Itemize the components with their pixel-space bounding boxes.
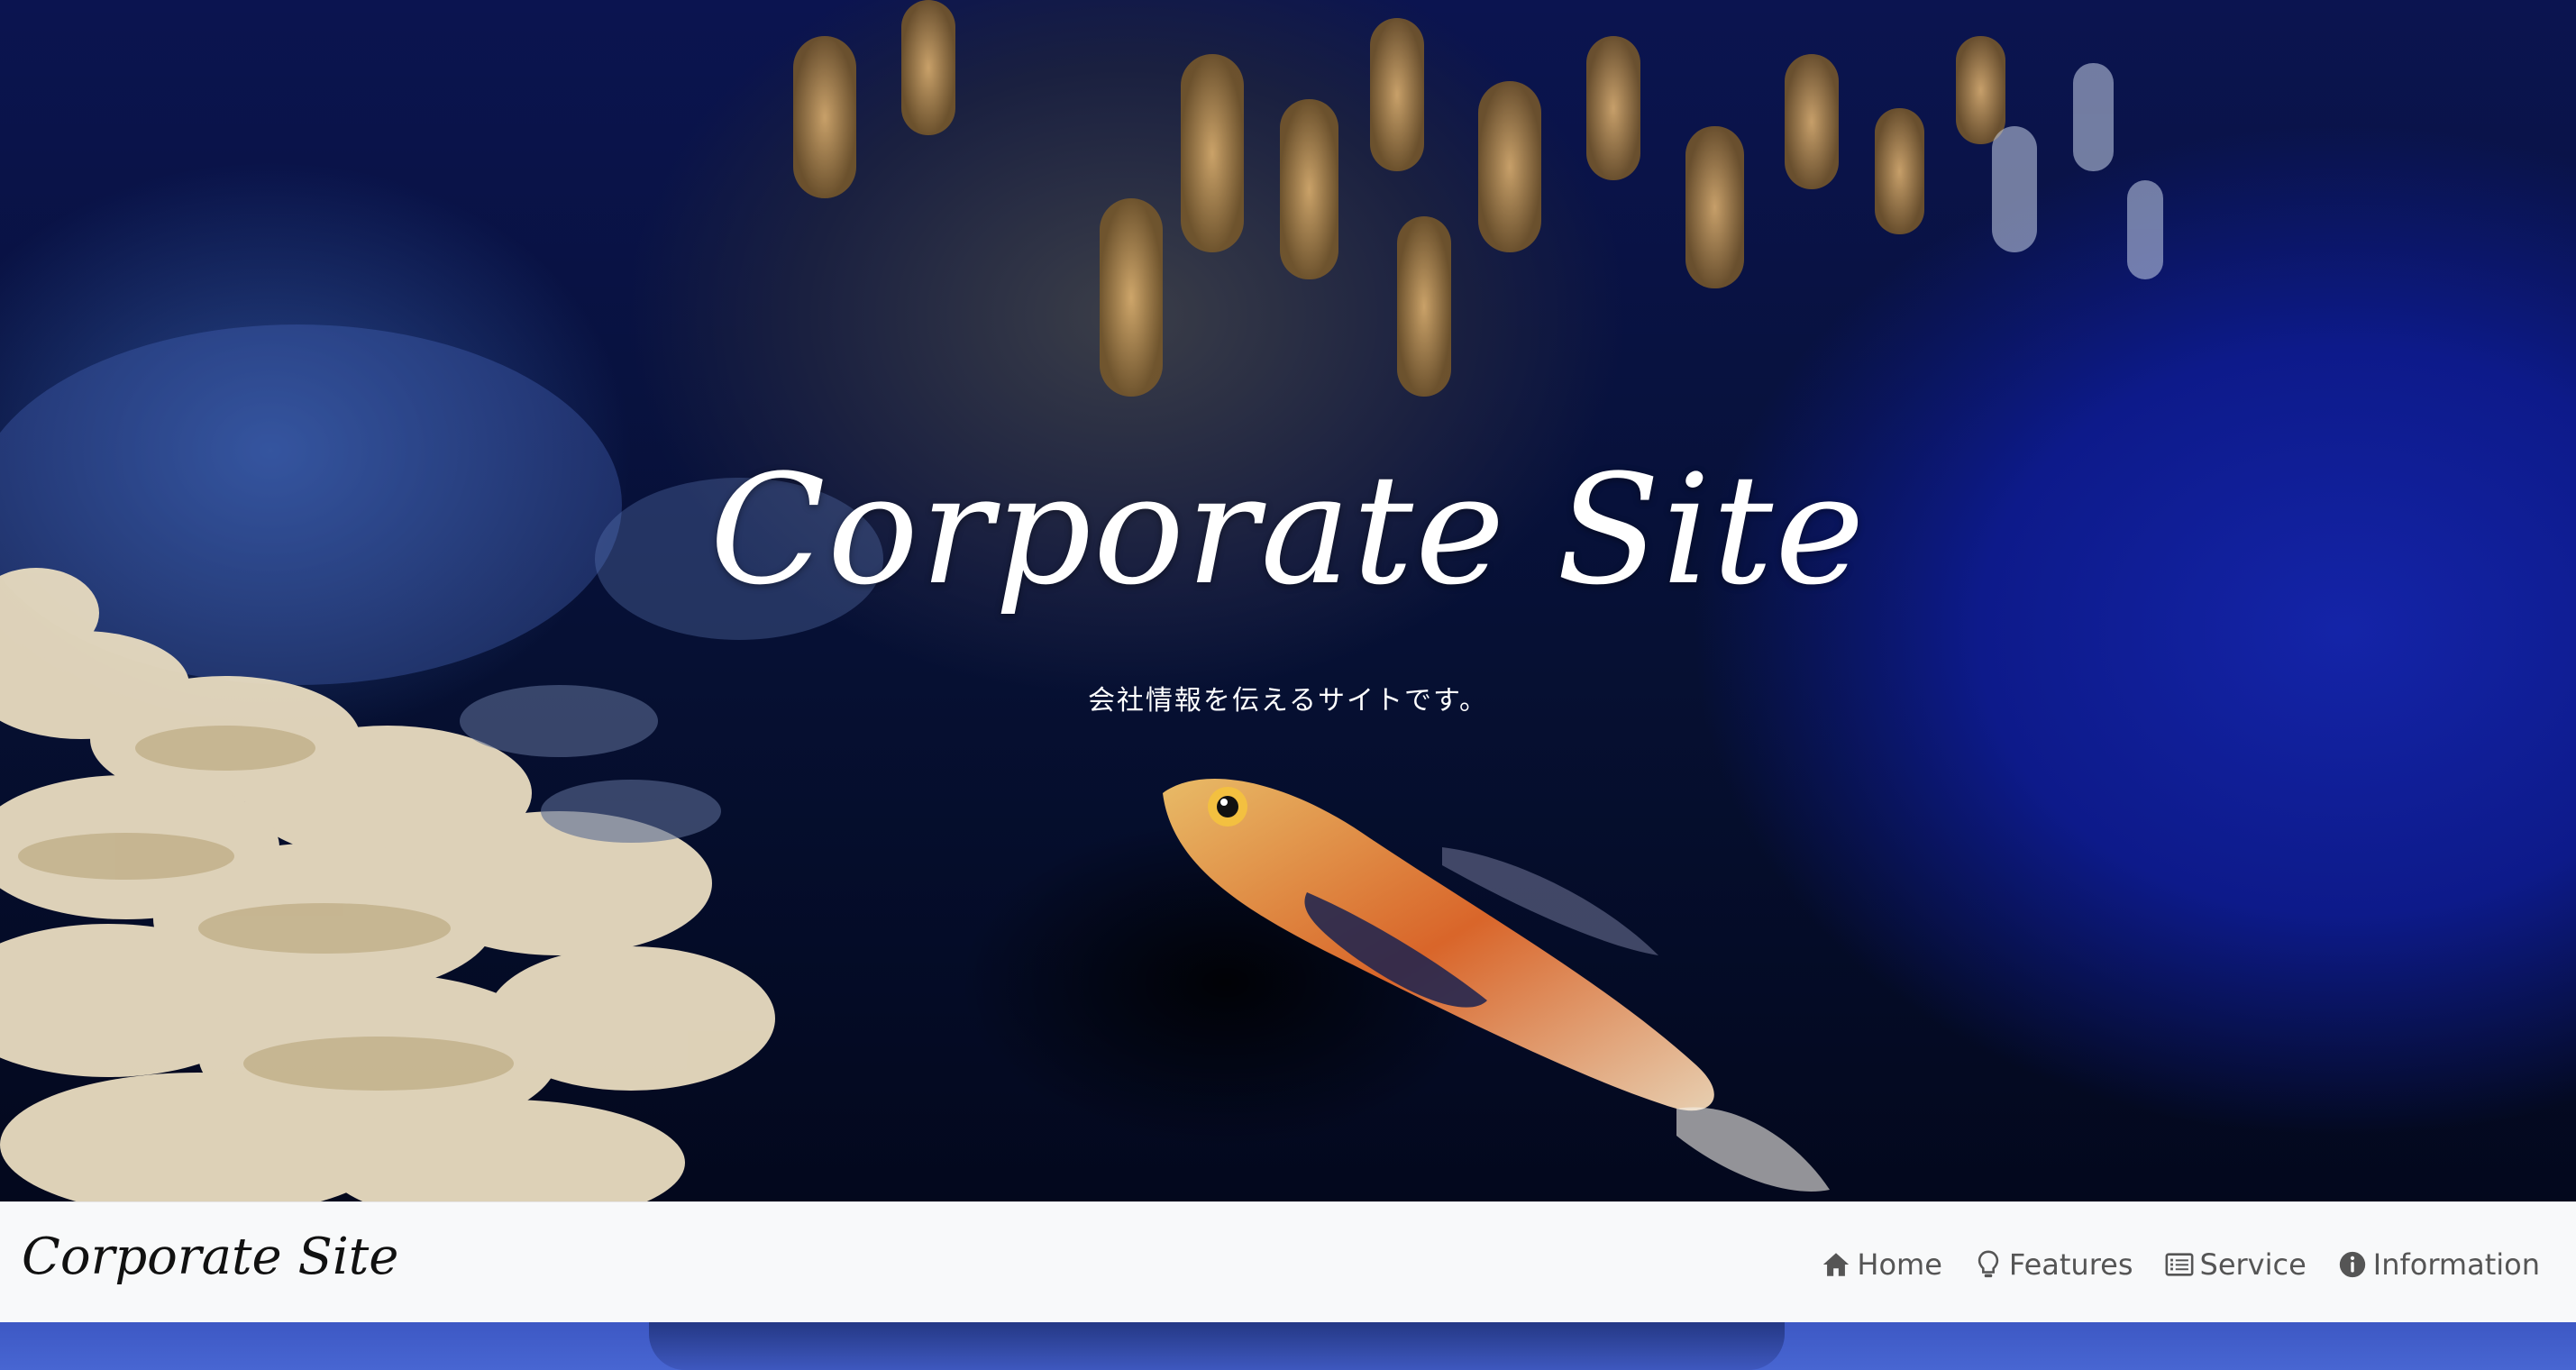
content-section-preview <box>0 1322 2576 1370</box>
nav-item-label: Home <box>1857 1247 1942 1282</box>
nav-item-service[interactable]: Service <box>2164 1247 2307 1282</box>
navbar: Corporate Site Home Features Service Inf… <box>0 1201 2576 1322</box>
nav-links: Home Features Service Information <box>1821 1247 2540 1282</box>
nav-item-label: Service <box>2199 1247 2307 1282</box>
info-icon <box>2339 1251 2365 1278</box>
nav-item-label: Features <box>2008 1247 2133 1282</box>
hero-section: Corporate Site 会社情報を伝えるサイトです。 <box>0 0 2576 1201</box>
hero-title: Corporate Site <box>709 442 1867 618</box>
lightbulb-icon <box>1978 1250 1999 1278</box>
list-icon <box>2165 1253 2193 1276</box>
home-icon <box>1823 1253 1850 1276</box>
section-background-image <box>649 1322 1785 1370</box>
brand-logo[interactable]: Corporate Site <box>22 1228 398 1286</box>
nav-item-label: Information <box>2372 1247 2540 1282</box>
nav-item-home[interactable]: Home <box>1821 1247 1942 1282</box>
nav-item-features[interactable]: Features <box>1973 1247 2133 1282</box>
hero-subtitle: 会社情報を伝えるサイトです。 <box>1087 685 1489 717</box>
fish-illustration <box>1163 779 1830 1192</box>
nav-item-information[interactable]: Information <box>2337 1247 2540 1282</box>
